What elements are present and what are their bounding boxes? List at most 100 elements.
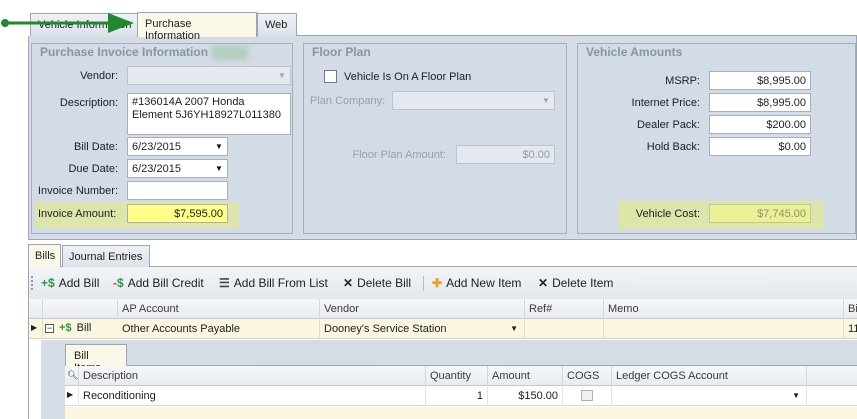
- tab-bills[interactable]: Bills: [28, 244, 61, 267]
- vendor-cell[interactable]: Dooney's Service Station ▼: [320, 319, 525, 339]
- quantity-cell[interactable]: 1: [426, 386, 488, 406]
- table-row[interactable]: ▶ − +$ Bill Other Accounts Payable Doone…: [29, 319, 857, 339]
- purchase-information-panel: Purchase Invoice Information Vendor: ▼ D…: [28, 36, 857, 240]
- tab-journal-entries[interactable]: Journal Entries: [62, 245, 150, 267]
- header-filler-cell: [807, 366, 857, 386]
- invoice-number-field[interactable]: [127, 181, 228, 200]
- bills-grid: AP Account Vendor Ref# Memo Bil ▶ − +$ B…: [28, 299, 857, 419]
- chevron-down-icon: ▼: [542, 96, 550, 105]
- vehicle-cost-label: Vehicle Cost:: [635, 208, 700, 220]
- bill-date-picker[interactable]: 6/23/2015 ▼: [127, 137, 228, 156]
- collapse-toggle-icon[interactable]: −: [45, 323, 54, 333]
- bill-credit-icon: -$: [113, 276, 124, 290]
- memo-cell[interactable]: [604, 319, 844, 339]
- description-field[interactable]: #136014A 2007 Honda Element 5J6YH18927L0…: [127, 93, 291, 135]
- column-header-bill-no[interactable]: Bil: [844, 299, 857, 319]
- floor-plan-group: Floor Plan Vehicle Is On A Floor Plan Pl…: [303, 43, 567, 234]
- delete-item-label: Delete Item: [552, 276, 614, 290]
- tab-bill-items[interactable]: Bill Items: [65, 344, 127, 374]
- description-label: Description:: [59, 97, 118, 109]
- cogs-cell[interactable]: [563, 386, 612, 406]
- search-icon[interactable]: 🔍︎: [65, 366, 79, 386]
- delete-x-icon: ✕: [343, 276, 354, 290]
- header-indicator-cell: [29, 299, 43, 319]
- column-header-memo[interactable]: Memo: [604, 299, 844, 319]
- column-header-ref[interactable]: Ref#: [525, 299, 604, 319]
- toolbar-grip-icon[interactable]: [31, 276, 34, 290]
- dealer-pack-field[interactable]: $200.00: [709, 115, 811, 134]
- group-title-text: Purchase Invoice Information: [40, 45, 209, 59]
- add-bill-from-list-button[interactable]: ☰ Add Bill From List: [219, 276, 328, 290]
- invoice-amount-field[interactable]: $7,595.00: [127, 204, 228, 223]
- bill-type-label: Bill: [76, 322, 92, 334]
- amount-cell[interactable]: $150.00: [488, 386, 563, 406]
- dealer-pack-label: Dealer Pack:: [637, 119, 700, 131]
- bottom-tab-strip: Bills Journal Entries: [28, 244, 857, 267]
- bill-date-label: Bill Date:: [73, 141, 118, 153]
- ledger-cogs-account-cell[interactable]: ▼: [612, 386, 807, 406]
- table-row[interactable]: ▶ Reconditioning 1 $150.00 ▼: [65, 386, 857, 406]
- tab-label: Web: [265, 19, 288, 31]
- description-cell[interactable]: Reconditioning: [79, 386, 426, 406]
- row-indicator-icon: ▶: [65, 386, 79, 406]
- invoice-amount-label: Invoice Amount:: [38, 208, 117, 220]
- column-header-description[interactable]: Description: [79, 366, 426, 386]
- tab-web[interactable]: Web: [257, 13, 297, 36]
- chevron-down-icon: ▼: [215, 142, 223, 151]
- floor-plan-amount-field[interactable]: $0.00: [456, 145, 555, 164]
- column-header-ap-account[interactable]: AP Account: [118, 299, 320, 319]
- blurred-text: [212, 45, 249, 60]
- internet-price-field[interactable]: $8,995.00: [709, 93, 811, 112]
- tab-purchase-information[interactable]: Purchase Information: [137, 12, 257, 42]
- chevron-down-icon: ▼: [215, 164, 223, 173]
- plan-company-combo[interactable]: ▼: [392, 91, 555, 110]
- add-bill-button[interactable]: +$ Add Bill: [41, 276, 99, 290]
- floor-plan-checkbox[interactable]: [324, 70, 337, 83]
- cogs-checkbox[interactable]: [581, 390, 593, 401]
- plus-icon: ✚: [432, 276, 443, 290]
- hold-back-label: Hold Back:: [646, 141, 700, 153]
- list-icon: ☰: [219, 276, 230, 290]
- ref-cell[interactable]: [525, 319, 604, 339]
- delete-bill-button[interactable]: ✕ Delete Bill: [343, 276, 411, 290]
- bill-items-grid: 🔍︎ Description Quantity Amount COGS Ledg…: [65, 366, 857, 419]
- add-bill-credit-button[interactable]: -$ Add Bill Credit: [113, 276, 204, 290]
- ap-account-cell[interactable]: Other Accounts Payable: [118, 319, 320, 339]
- internet-price-label: Internet Price:: [631, 97, 700, 109]
- vehicle-amounts-group: Vehicle Amounts MSRP: $8,995.00 Internet…: [577, 43, 856, 234]
- column-header-vendor[interactable]: Vendor: [320, 299, 525, 319]
- vendor-cell-value: Dooney's Service Station: [324, 323, 447, 335]
- invoice-number-label: Invoice Number:: [37, 185, 118, 197]
- due-date-value: 6/23/2015: [132, 163, 181, 175]
- column-header-cogs[interactable]: COGS: [563, 366, 612, 386]
- tab-label: Journal Entries: [69, 251, 143, 263]
- column-header-ledger-cogs-account[interactable]: Ledger COGS Account: [612, 366, 807, 386]
- vendor-combo[interactable]: ▼: [127, 66, 291, 85]
- add-bill-label: Add Bill: [58, 276, 100, 290]
- toolbar-separator: [423, 276, 424, 291]
- vehicle-cost-field: $7,745.00: [709, 204, 811, 223]
- chevron-down-icon[interactable]: ▼: [792, 391, 800, 400]
- bill-items-detail: Bill Items 🔍︎ Description Quantity Amoun…: [41, 340, 857, 419]
- msrp-label: MSRP:: [665, 75, 700, 87]
- purchase-invoice-title: Purchase Invoice Information: [40, 45, 249, 60]
- delete-x-icon: ✕: [538, 276, 549, 290]
- msrp-field[interactable]: $8,995.00: [709, 71, 811, 90]
- annotation-arrow-icon: [1, 13, 134, 33]
- bill-no-cell[interactable]: 11: [844, 319, 857, 339]
- column-header-quantity[interactable]: Quantity: [426, 366, 488, 386]
- add-new-item-label: Add New Item: [446, 276, 522, 290]
- add-bill-from-list-label: Add Bill From List: [233, 276, 328, 290]
- chevron-down-icon[interactable]: ▼: [510, 324, 518, 333]
- hold-back-field[interactable]: $0.00: [709, 137, 811, 156]
- vehicle-amounts-title: Vehicle Amounts: [586, 45, 683, 59]
- add-bill-credit-label: Add Bill Credit: [127, 276, 204, 290]
- delete-bill-label: Delete Bill: [357, 276, 412, 290]
- grid-footer-filler: [65, 407, 857, 419]
- chevron-down-icon: ▼: [278, 71, 286, 80]
- column-header-amount[interactable]: Amount: [488, 366, 563, 386]
- delete-item-button[interactable]: ✕ Delete Item: [538, 276, 613, 290]
- due-date-picker[interactable]: 6/23/2015 ▼: [127, 159, 228, 178]
- add-new-item-button[interactable]: ✚ Add New Item: [432, 276, 521, 290]
- plan-company-label: Plan Company:: [310, 95, 386, 107]
